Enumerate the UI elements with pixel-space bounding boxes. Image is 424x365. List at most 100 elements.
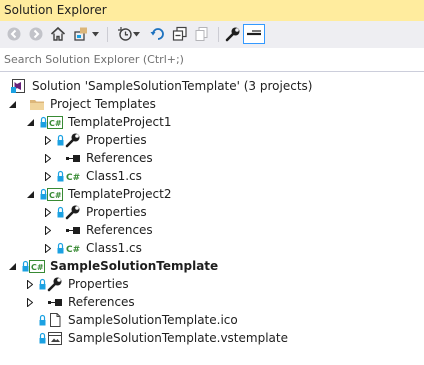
toolbar-separator <box>107 27 108 42</box>
home-icon <box>50 26 66 41</box>
references-icon <box>66 155 80 162</box>
solution-explorer-title-bar[interactable]: Solution Explorer <box>0 0 424 21</box>
show-all-files-button[interactable] <box>193 25 211 43</box>
collapse-all-button[interactable] <box>171 25 189 43</box>
collapsed-triangle-icon <box>45 153 51 163</box>
file-label: SampleSolutionTemplate.vstemplate <box>68 331 288 345</box>
tree-row-references[interactable]: References <box>0 149 424 167</box>
preview-selected-items-button[interactable] <box>243 24 265 44</box>
pending-changes-filter-button[interactable] <box>114 25 142 43</box>
toolbar-separator <box>218 27 219 42</box>
collapse-all-icon <box>172 26 187 41</box>
forward-arrow-icon <box>29 27 43 41</box>
home-button[interactable] <box>49 25 67 43</box>
tree-row-vstemplate-file[interactable]: SampleSolutionTemplate.vstemplate <box>0 329 424 347</box>
tree-row-class-file[interactable]: C# Class1.cs <box>0 167 424 185</box>
csharp-project-icon: C# <box>47 116 63 129</box>
visual-studio-solution-icon <box>11 79 25 93</box>
switch-views-icon <box>73 27 87 41</box>
expand-arrow[interactable] <box>25 275 35 293</box>
properties-button[interactable] <box>224 25 242 43</box>
wrench-icon <box>65 205 80 220</box>
properties-label: Properties <box>68 277 129 291</box>
tree-row-references[interactable]: References <box>0 293 424 311</box>
properties-label: Properties <box>86 205 147 219</box>
csharp-file-icon: C# <box>66 173 80 183</box>
folder-label: Project Templates <box>50 97 156 111</box>
back-arrow-icon <box>7 27 21 41</box>
properties-label: Properties <box>86 133 147 147</box>
file-label: Class1.cs <box>86 169 142 183</box>
csharp-file-icon: C# <box>66 245 80 255</box>
tree-row-properties[interactable]: Properties <box>0 275 424 293</box>
svg-text:C#: C# <box>66 173 80 183</box>
project-label: TemplateProject2 <box>68 187 172 201</box>
tree-row-solution[interactable]: Solution 'SampleSolutionTemplate' (3 pro… <box>0 77 424 95</box>
tree-row-properties[interactable]: Properties <box>0 203 424 221</box>
project-label: TemplateProject1 <box>68 115 172 129</box>
wrench-icon <box>65 133 80 148</box>
lock-icon <box>39 278 46 290</box>
expand-arrow[interactable] <box>43 203 53 221</box>
expanded-triangle-icon <box>26 118 34 126</box>
references-icon <box>48 299 62 306</box>
tree-row-class-file[interactable]: C# Class1.cs <box>0 239 424 257</box>
tree-row-sample-project[interactable]: C# SampleSolutionTemplate <box>0 257 424 275</box>
collapsed-triangle-icon <box>45 225 51 235</box>
svg-text:C#: C# <box>31 263 44 272</box>
tree-row-template-project-1[interactable]: C# TemplateProject1 <box>0 113 424 131</box>
project-label: SampleSolutionTemplate <box>50 259 219 273</box>
collapsed-triangle-icon <box>45 243 51 253</box>
expand-arrow[interactable] <box>43 221 53 239</box>
references-label: References <box>86 223 153 237</box>
expand-arrow[interactable] <box>43 149 53 167</box>
references-icon <box>66 227 80 234</box>
references-label: References <box>68 295 135 309</box>
tree-row-ico-file[interactable]: SampleSolutionTemplate.ico <box>0 311 424 329</box>
file-label: SampleSolutionTemplate.ico <box>68 313 238 327</box>
expand-arrow[interactable] <box>43 131 53 149</box>
collapsed-triangle-icon <box>45 171 51 181</box>
expand-arrow[interactable] <box>25 293 35 311</box>
csharp-project-icon: C# <box>47 188 63 201</box>
lock-icon <box>57 134 64 146</box>
lock-icon <box>22 260 29 272</box>
tree-row-references[interactable]: References <box>0 221 424 239</box>
svg-text:C#: C# <box>49 119 62 128</box>
expand-arrow[interactable] <box>25 185 35 203</box>
vstemplate-file-icon <box>48 332 62 345</box>
file-label: Class1.cs <box>86 241 142 255</box>
search-box[interactable] <box>0 48 424 72</box>
lock-icon <box>57 206 64 218</box>
file-icon <box>50 313 61 327</box>
wrench-icon <box>225 27 240 42</box>
collapsed-triangle-icon <box>45 207 51 217</box>
switch-views-button[interactable] <box>70 25 102 43</box>
tree-row-template-project-2[interactable]: C# TemplateProject2 <box>0 185 424 203</box>
csharp-project-icon: C# <box>29 260 45 273</box>
lock-icon <box>39 314 46 326</box>
history-clock-icon <box>117 27 132 41</box>
expand-arrow[interactable] <box>43 239 53 257</box>
tree-row-project-templates-folder[interactable]: Project Templates <box>0 95 424 113</box>
sync-with-active-document-button[interactable] <box>149 25 167 43</box>
collapsed-triangle-icon <box>45 135 51 145</box>
expand-arrow[interactable] <box>7 95 17 113</box>
lock-icon <box>57 170 64 182</box>
expand-arrow[interactable] <box>7 257 17 275</box>
expand-arrow[interactable] <box>25 113 35 131</box>
lock-icon <box>40 188 47 200</box>
folder-icon <box>30 100 44 110</box>
window-title: Solution Explorer <box>4 3 107 17</box>
expand-arrow[interactable] <box>43 167 53 185</box>
lock-icon <box>40 116 47 128</box>
back-button[interactable] <box>6 25 22 43</box>
svg-text:C#: C# <box>66 245 80 255</box>
search-input[interactable] <box>0 48 404 71</box>
chevron-down-icon <box>91 31 99 36</box>
show-all-files-icon <box>195 27 208 41</box>
lock-icon <box>57 242 64 254</box>
tree-row-properties[interactable]: Properties <box>0 131 424 149</box>
forward-button[interactable] <box>28 25 44 43</box>
expanded-triangle-icon <box>8 100 16 108</box>
